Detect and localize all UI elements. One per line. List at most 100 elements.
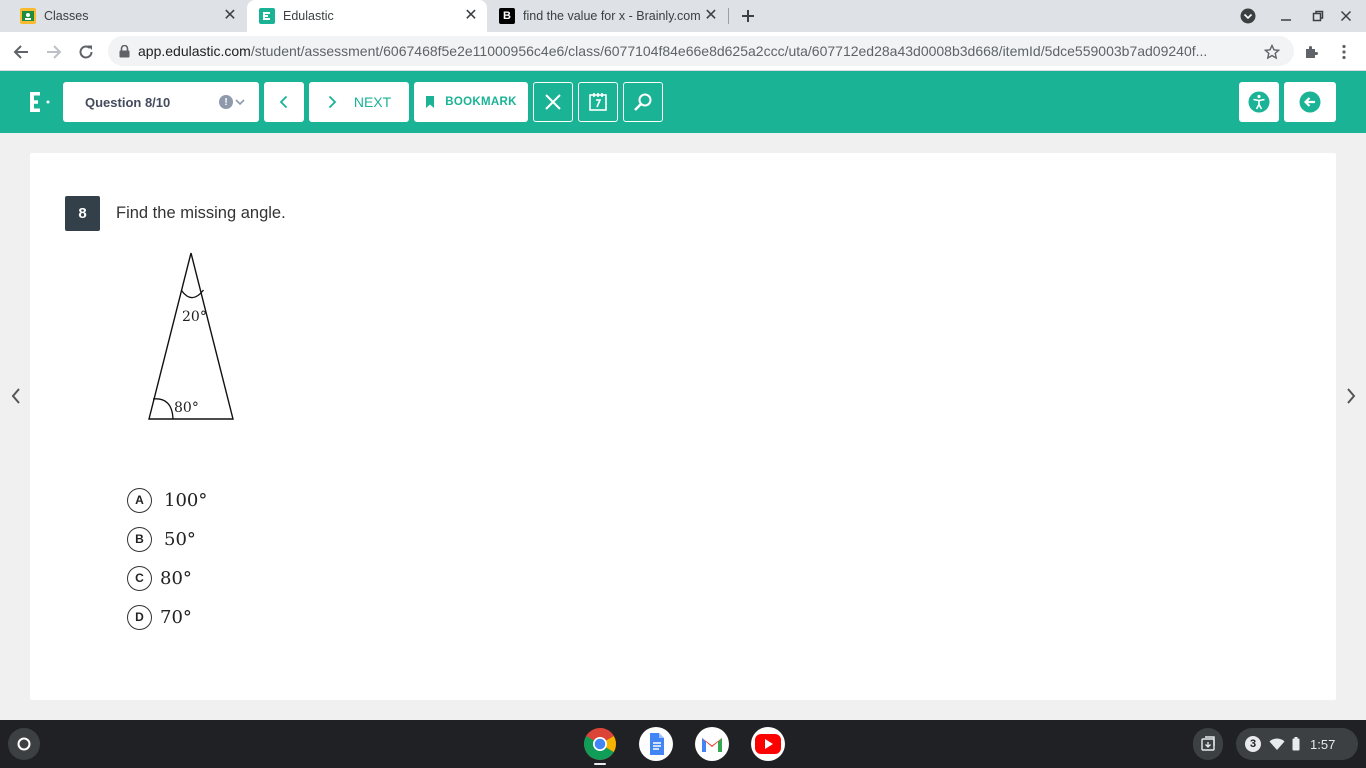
close-window-button[interactable] — [1334, 0, 1358, 32]
clock: 1:57 — [1310, 736, 1336, 752]
triangle-figure: 20° 80° — [148, 252, 234, 420]
question-selector[interactable]: Question 8/10 ! — [63, 82, 259, 122]
choice-text: 70° — [160, 606, 192, 628]
chevron-left-icon — [11, 388, 20, 404]
choice-letter[interactable]: B — [127, 526, 152, 552]
edulastic-logo-icon — [30, 92, 50, 112]
arrow-right-icon — [47, 45, 62, 59]
crossout-tool-button[interactable] — [533, 82, 573, 122]
bottom-angle-label: 80° — [174, 400, 199, 416]
status-area[interactable]: 3 1:57 — [1236, 728, 1358, 760]
restore-icon — [1312, 10, 1324, 22]
tab-search-button[interactable] — [1236, 0, 1260, 32]
url-text: app.edulastic.com/student/assessment/606… — [138, 43, 1248, 59]
active-app-indicator — [594, 763, 606, 765]
os-shelf — [0, 720, 1366, 768]
bookmark-label: BOOKMARK — [445, 96, 517, 108]
puzzle-icon — [1306, 46, 1318, 58]
assessment-header: Question 8/10 ! NEXT BOOKMARK — [0, 71, 1366, 133]
reload-button[interactable] — [73, 39, 99, 65]
previous-question-button[interactable] — [264, 82, 304, 122]
holding-space-button[interactable] — [1193, 728, 1223, 760]
more-vert-icon — [1342, 44, 1346, 60]
minimize-button[interactable] — [1274, 0, 1298, 32]
tab-separator — [728, 8, 729, 24]
choice-text: 100° — [164, 489, 208, 511]
choice-letter[interactable]: A — [127, 487, 152, 513]
address-bar[interactable]: app.edulastic.com/student/assessment/606… — [108, 36, 1294, 66]
choice-letter[interactable]: D — [127, 604, 152, 630]
forward-button[interactable] — [41, 39, 67, 65]
url-path: /student/assessment/6067468f5e2e11000956… — [250, 43, 1208, 59]
exit-button[interactable] — [1284, 82, 1336, 122]
close-icon — [1340, 10, 1352, 22]
browser-menu-button[interactable] — [1331, 39, 1357, 65]
bookmark-icon — [426, 96, 435, 108]
question-number-badge: 8 — [65, 196, 100, 231]
previous-page-arrow[interactable] — [6, 384, 26, 408]
bookmark-star-button[interactable] — [1259, 39, 1285, 65]
content-area: 8 Find the missing angle. 20° 80° A 100°… — [0, 133, 1366, 720]
new-tab-button[interactable] — [735, 0, 761, 32]
chrome-icon — [584, 728, 616, 760]
choice-b[interactable]: B 50° — [127, 526, 196, 552]
choice-d[interactable]: D 70° — [127, 604, 192, 630]
tab-brainly[interactable]: B find the value for x - Brainly.com ✕ — [487, 0, 727, 32]
holding-space-icon — [1201, 736, 1215, 751]
close-icon[interactable]: ✕ — [222, 8, 238, 24]
close-icon[interactable]: ✕ — [703, 8, 719, 24]
back-button[interactable] — [8, 39, 34, 65]
accessibility-icon — [1248, 91, 1270, 113]
youtube-app[interactable] — [751, 727, 785, 761]
next-label: NEXT — [353, 94, 392, 110]
triangle-shape — [148, 252, 234, 420]
restore-button[interactable] — [1306, 0, 1330, 32]
star-icon — [1264, 44, 1280, 60]
gmail-icon — [695, 727, 729, 761]
lock-icon — [119, 44, 130, 58]
question-selector-label: Question 8/10 — [85, 94, 171, 110]
chevron-left-icon — [279, 95, 288, 109]
arrow-left-icon — [13, 45, 28, 59]
chevron-right-icon — [1347, 388, 1356, 404]
top-angle-label: 20° — [182, 309, 207, 325]
choice-letter[interactable]: C — [127, 565, 152, 591]
exit-icon — [1299, 91, 1321, 113]
launcher-button[interactable] — [8, 728, 40, 760]
docs-app[interactable] — [639, 727, 673, 761]
url-host: app.edulastic.com — [138, 43, 251, 59]
bottom-angle-arc — [152, 398, 174, 420]
notification-count-badge: 3 — [1245, 736, 1261, 752]
close-icon — [545, 94, 561, 110]
question-card: 8 Find the missing angle. 20° 80° A 100°… — [30, 153, 1336, 700]
magnifier-tool-button[interactable] — [623, 82, 663, 122]
youtube-icon — [751, 727, 785, 761]
next-page-arrow[interactable] — [1341, 384, 1361, 408]
extensions-button[interactable] — [1299, 39, 1325, 65]
info-icon: ! — [219, 95, 233, 109]
google-docs-icon — [639, 727, 673, 761]
chevron-down-circle-icon — [1240, 8, 1256, 24]
close-icon[interactable]: ✕ — [463, 8, 479, 24]
search-icon — [634, 93, 652, 111]
reload-icon — [79, 45, 93, 59]
tab-title: find the value for x - Brainly.com — [523, 9, 701, 23]
battery-icon — [1292, 737, 1300, 751]
bookmark-button[interactable]: BOOKMARK — [414, 82, 528, 122]
accessibility-button[interactable] — [1239, 82, 1279, 122]
brainly-icon: B — [499, 8, 515, 24]
scratchpad-icon — [589, 93, 607, 111]
tab-title: Classes — [44, 9, 89, 23]
tab-classes[interactable]: Classes ✕ — [8, 0, 246, 32]
next-question-button[interactable]: NEXT — [309, 82, 409, 122]
choice-c[interactable]: C 80° — [127, 565, 192, 591]
scratchpad-tool-button[interactable] — [578, 82, 618, 122]
choice-a[interactable]: A 100° — [127, 487, 207, 513]
tab-title: Edulastic — [283, 9, 334, 23]
gmail-app[interactable] — [695, 727, 729, 761]
tab-edulastic[interactable]: Edulastic ✕ — [247, 0, 487, 32]
plus-icon — [742, 10, 754, 22]
chrome-app[interactable] — [583, 727, 617, 761]
browser-toolbar: app.edulastic.com/student/assessment/606… — [0, 32, 1366, 71]
google-classroom-icon — [20, 8, 36, 24]
